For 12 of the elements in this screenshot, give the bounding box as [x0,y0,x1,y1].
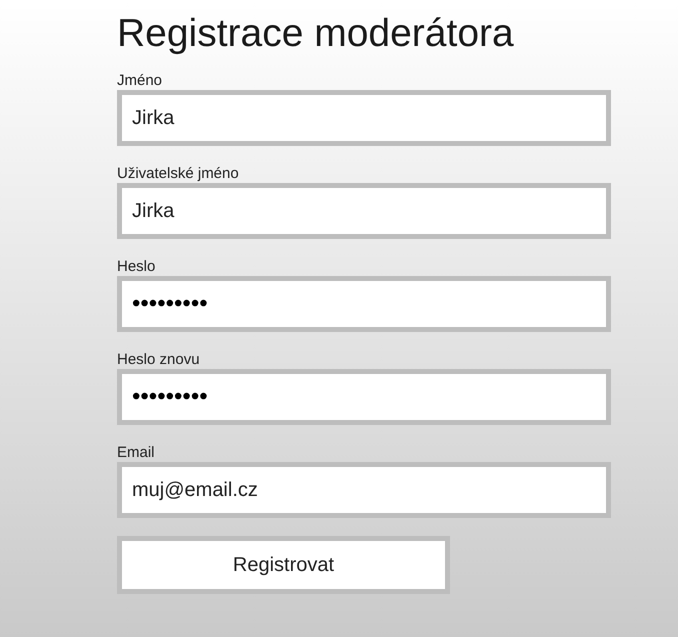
field-label: Uživatelské jméno [117,164,240,183]
field-label: Email [117,443,156,462]
input-field[interactable]: Jirka [117,183,611,239]
password-field[interactable]: ••••••••• [117,369,611,425]
field-label: Heslo [117,257,156,276]
password-field[interactable]: ••••••••• [117,276,611,332]
page-title: Registrace moderátora [117,11,515,57]
input-field[interactable]: muj@email.cz [117,462,611,518]
field-label: Jméno [117,71,164,90]
field-label: Heslo znovu [117,350,201,369]
input-field[interactable]: Jirka [117,90,611,146]
register-button[interactable]: Registrovat [117,536,450,594]
